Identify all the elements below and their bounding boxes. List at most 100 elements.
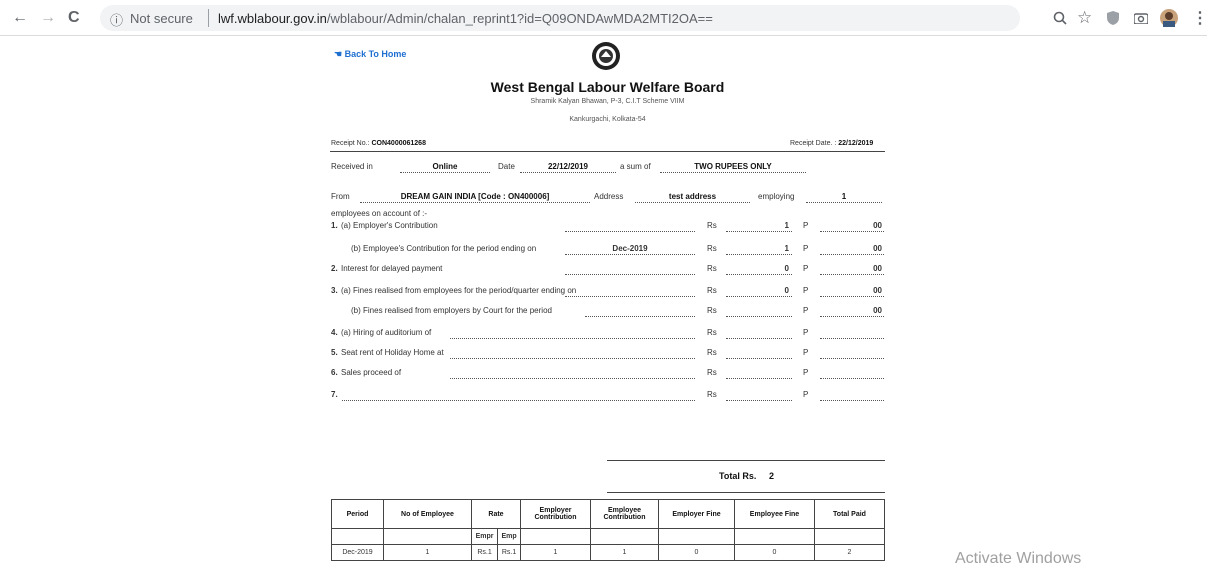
underline — [565, 231, 695, 232]
table-cell: 0 — [734, 544, 815, 561]
profile-avatar-icon[interactable] — [1160, 9, 1178, 27]
rs-label: Rs — [707, 328, 717, 337]
from-value: DREAM GAIN INDIA [Code : ON400006] — [400, 192, 550, 201]
table-subheader: Emp — [497, 528, 521, 545]
forward-arrow-icon[interactable]: → — [40, 9, 56, 27]
payment-mode-value: Online — [432, 162, 458, 171]
shield-extension-icon[interactable] — [1107, 11, 1119, 25]
underline — [726, 378, 792, 379]
divider — [607, 492, 885, 493]
table-cell — [383, 528, 472, 545]
underline — [726, 400, 792, 401]
info-icon[interactable]: ⓘ — [110, 10, 123, 29]
item-label: Interest for delayed payment — [341, 264, 443, 273]
rs-value: 1 — [784, 244, 789, 253]
table-cell — [814, 528, 885, 545]
underline — [820, 316, 884, 317]
table-cell: 1 — [520, 544, 591, 561]
employing-label: employing — [758, 192, 795, 201]
back-arrow-icon[interactable]: ← — [12, 9, 28, 27]
item-number: 4. — [331, 328, 338, 337]
underline — [450, 358, 695, 359]
receipt-number: Receipt No.: CON4000061268 — [331, 140, 426, 147]
underline — [726, 231, 792, 232]
menu-kebab-icon[interactable]: ⋮ — [1192, 8, 1207, 28]
table-cell — [590, 528, 659, 545]
item-number: 5. — [331, 348, 338, 357]
reload-icon[interactable]: C — [68, 9, 80, 27]
rs-label: Rs — [707, 368, 717, 377]
rs-label: Rs — [707, 286, 717, 295]
rs-value: 0 — [784, 264, 789, 273]
table-cell: Rs.1 — [497, 544, 521, 561]
item-number: 3. — [331, 286, 338, 295]
table-cell — [520, 528, 591, 545]
underline — [450, 378, 695, 379]
back-to-home-link[interactable]: ☚ Back To Home — [334, 49, 406, 60]
received-in-label: Received in — [331, 162, 373, 171]
underline — [450, 338, 695, 339]
receipt-date: Receipt Date. : 22/12/2019 — [790, 140, 873, 147]
item-number: 1. — [331, 221, 338, 230]
underline — [342, 400, 695, 401]
url-path: /wblabour/Admin/chalan_reprint1?id=Q09ON… — [326, 11, 713, 26]
address-line-1: Shramik Kalyan Bhawan, P-3, C.I.T Scheme… — [530, 98, 685, 105]
p-label: P — [803, 221, 809, 230]
address-label: Address — [594, 192, 624, 201]
underline — [820, 274, 884, 275]
underline — [726, 274, 792, 275]
table-cell: Dec-2019 — [331, 544, 384, 561]
url-text[interactable]: lwf.wblabour.gov.in/wblabour/Admin/chala… — [218, 11, 713, 26]
divider — [607, 460, 885, 461]
table-header: Employer Contribution — [520, 499, 591, 529]
divider — [330, 151, 885, 152]
table-header: Total Paid — [814, 499, 885, 529]
item-label: (b) Fines realised from employers by Cou… — [351, 306, 552, 315]
underline — [565, 296, 695, 297]
item-label: (a) Fines realised from employees for th… — [341, 286, 577, 295]
item-number: 7. — [331, 390, 338, 399]
underline — [726, 316, 792, 317]
table-header: Employee Contribution — [590, 499, 659, 529]
rs-value: 1 — [784, 221, 789, 230]
payment-table: Period No of Employee Rate Employer Cont… — [331, 499, 885, 561]
rs-label: Rs — [707, 244, 717, 253]
table-cell — [734, 528, 815, 545]
rs-label: Rs — [707, 390, 717, 399]
p-value: 00 — [873, 306, 882, 315]
table-cell — [658, 528, 735, 545]
rs-value: 0 — [784, 286, 789, 295]
table-subheader-row: Empr Emp — [331, 528, 885, 545]
underline — [820, 338, 884, 339]
item-label: Sales proceed of — [341, 368, 402, 377]
underline — [820, 231, 884, 232]
divider — [208, 9, 209, 27]
p-label: P — [803, 244, 809, 253]
underline — [820, 296, 884, 297]
table-cell: 0 — [658, 544, 735, 561]
underline — [565, 254, 695, 255]
underline — [806, 202, 882, 203]
zoom-icon[interactable] — [1053, 11, 1067, 25]
table-header: No of Employee — [383, 499, 472, 529]
item-label: Seat rent of Holiday Home at — [341, 348, 444, 357]
address-bar[interactable]: ⓘ Not secure lwf.wblabour.gov.in/wblabou… — [100, 5, 1020, 31]
rs-label: Rs — [707, 306, 717, 315]
star-icon[interactable]: ☆ — [1077, 8, 1092, 28]
back-link-label: Back To Home — [344, 49, 407, 59]
address-line-2: Kankurgachi, Kolkata-54 — [569, 116, 646, 123]
browser-toolbar: ← → C ⓘ Not secure lwf.wblabour.gov.in/w… — [0, 0, 1207, 36]
page-title: West Bengal Labour Welfare Board — [490, 79, 725, 95]
table-header: Period — [331, 499, 384, 529]
underline — [820, 400, 884, 401]
camera-extension-icon[interactable] — [1134, 12, 1148, 24]
table-cell — [331, 528, 384, 545]
receipt-no-value: CON4000061268 — [371, 140, 426, 147]
item-label: (a) Hiring of auditorium of — [341, 328, 432, 337]
board-seal-logo-icon — [592, 42, 620, 70]
rs-label: Rs — [707, 221, 717, 230]
underline — [635, 202, 750, 203]
table-cell: Rs.1 — [470, 544, 499, 561]
from-label: From — [331, 192, 350, 201]
date-label: Date — [498, 162, 515, 171]
